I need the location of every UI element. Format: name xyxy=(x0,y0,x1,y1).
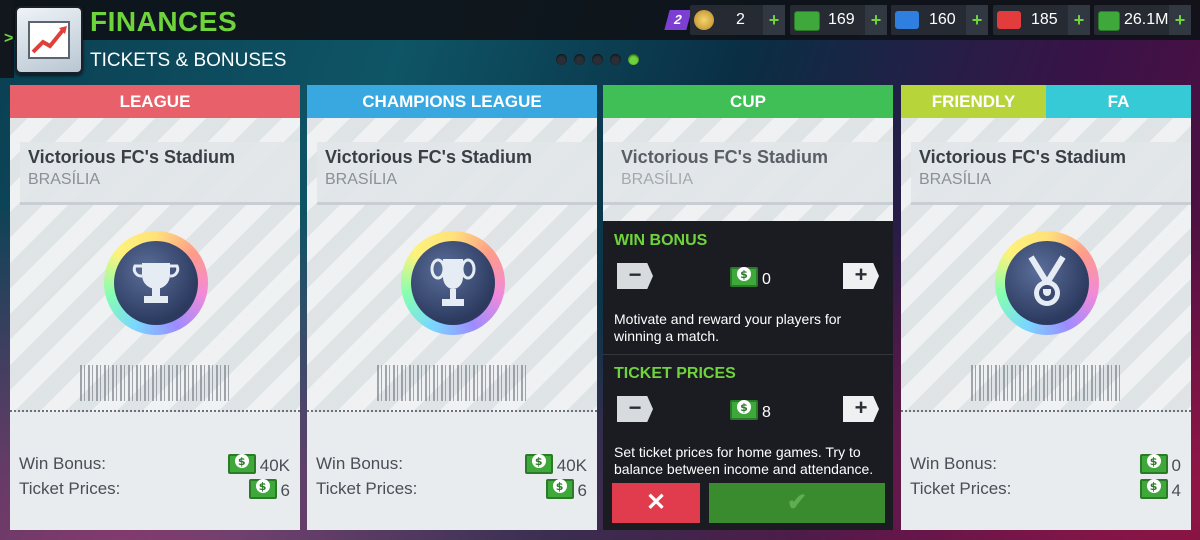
menu-tab[interactable]: > xyxy=(0,0,14,78)
cancel-button[interactable]: ✕ xyxy=(612,483,700,523)
resource-coins: 2 + xyxy=(690,5,785,35)
cash-value: 169 xyxy=(828,11,855,28)
coin-icon xyxy=(694,10,714,30)
resource-energy: 160 + xyxy=(891,5,988,35)
ticket-price-label: Ticket Prices: xyxy=(316,479,418,498)
win-bonus-label: Win Bonus: xyxy=(316,454,403,473)
add-cash-button[interactable]: + xyxy=(865,5,887,35)
confirm-button[interactable]: ✔ xyxy=(709,483,885,523)
money-icon xyxy=(524,454,553,474)
champions-league-card[interactable]: CHAMPIONS LEAGUE Victorious FC's Stadium… xyxy=(307,85,597,530)
money-icon xyxy=(227,454,256,474)
win-bonus-value: 40K xyxy=(524,454,587,476)
page-dot[interactable] xyxy=(592,54,603,65)
cash-icon xyxy=(794,11,820,31)
stadium-name: Victorious FC's Stadium xyxy=(621,147,828,167)
coins-value: 2 xyxy=(736,11,745,28)
win-bonus-description: Motivate and reward your players for win… xyxy=(614,311,842,344)
ticket-price-value: 6 xyxy=(248,479,290,501)
money-icon xyxy=(545,479,574,499)
cup-edit-panel: WIN BONUS − 0 + Motivate and reward your… xyxy=(603,221,893,530)
energy-value: 160 xyxy=(929,11,956,28)
page-dot-active[interactable] xyxy=(628,54,639,65)
divider xyxy=(603,354,893,355)
page-subtitle: TICKETS & BONUSES xyxy=(90,50,287,71)
ticket-price-value: 8 xyxy=(730,400,771,422)
medical-value: 185 xyxy=(1031,11,1058,28)
page-dot[interactable] xyxy=(556,54,567,65)
money-value: 26.1M xyxy=(1124,11,1169,28)
add-coins-button[interactable]: + xyxy=(763,5,785,35)
ticket-prices-description: Set ticket prices for home games. Try to… xyxy=(614,444,874,477)
money-icon xyxy=(1098,11,1120,31)
stadium-city: BRASÍLIA xyxy=(325,171,398,188)
win-bonus-increase-button[interactable]: + xyxy=(843,263,879,289)
add-energy-button[interactable]: + xyxy=(966,5,988,35)
add-money-button[interactable]: + xyxy=(1169,5,1191,35)
win-bonus-title: WIN BONUS xyxy=(614,232,708,249)
page-title: FINANCES xyxy=(90,6,238,37)
win-bonus-decrease-button[interactable]: − xyxy=(617,263,653,289)
barcode xyxy=(377,365,527,401)
card-header: LEAGUE xyxy=(10,85,300,118)
stadium-city: BRASÍLIA xyxy=(28,171,101,188)
win-bonus-label: Win Bonus: xyxy=(910,454,997,473)
stadium-name: Victorious FC's Stadium xyxy=(919,147,1126,167)
page-dot[interactable] xyxy=(610,54,621,65)
add-medical-button[interactable]: + xyxy=(1068,5,1090,35)
stadium-city: BRASÍLIA xyxy=(621,171,694,188)
money-icon xyxy=(248,479,277,499)
ticket-price-increase-button[interactable]: + xyxy=(843,396,879,422)
win-bonus-value: 0 xyxy=(730,267,771,289)
money-icon xyxy=(1139,454,1168,474)
card-stats: Win Bonus: 0 Ticket Prices: 4 xyxy=(901,412,1191,530)
ticket-price-label: Ticket Prices: xyxy=(19,479,121,498)
resource-cash: 169 + xyxy=(790,5,887,35)
stadium-name: Victorious FC's Stadium xyxy=(28,147,235,167)
stadium-info: Victorious FC's Stadium BRASÍLIA xyxy=(317,142,597,205)
card-header-friendly[interactable]: FRIENDLY xyxy=(901,85,1046,118)
chevron-right-icon: > xyxy=(4,30,14,47)
win-bonus-value: 0 xyxy=(1139,454,1181,476)
money-icon xyxy=(730,400,758,420)
barcode xyxy=(971,365,1121,401)
page-dot[interactable] xyxy=(574,54,585,65)
medical-icon xyxy=(997,11,1021,29)
league-card[interactable]: LEAGUE Victorious FC's Stadium BRASÍLIA … xyxy=(10,85,300,530)
stadium-name: Victorious FC's Stadium xyxy=(325,147,532,167)
win-bonus-label: Win Bonus: xyxy=(19,454,106,473)
money-icon xyxy=(730,267,758,287)
money-icon xyxy=(1139,479,1168,499)
medal-icon xyxy=(995,231,1099,335)
champions-cup-icon xyxy=(401,231,505,335)
ticket-price-value: 4 xyxy=(1139,479,1181,501)
resource-money: 26.1M + xyxy=(1094,5,1191,35)
friendly-card[interactable]: FRIENDLY FA Victorious FC's Stadium BRAS… xyxy=(901,85,1191,530)
finances-chart-icon xyxy=(15,6,83,74)
card-header: CUP xyxy=(603,85,893,118)
stadium-info: Victorious FC's Stadium BRASÍLIA xyxy=(603,142,893,205)
card-header-fa[interactable]: FA xyxy=(1046,85,1191,118)
card-header: CHAMPIONS LEAGUE xyxy=(307,85,597,118)
card-stats: Win Bonus: 40K Ticket Prices: 6 xyxy=(10,412,300,530)
stadium-info: Victorious FC's Stadium BRASÍLIA xyxy=(20,142,300,205)
ticket-prices-title: TICKET PRICES xyxy=(614,365,736,382)
trophy-icon xyxy=(104,231,208,335)
card-stats: Win Bonus: 40K Ticket Prices: 6 xyxy=(307,412,597,530)
resource-medical: 185 + xyxy=(993,5,1090,35)
win-bonus-value: 40K xyxy=(227,454,290,476)
stadium-city: BRASÍLIA xyxy=(919,171,992,188)
ticket-price-decrease-button[interactable]: − xyxy=(617,396,653,422)
ticket-price-label: Ticket Prices: xyxy=(910,479,1012,498)
page-indicator xyxy=(556,54,639,65)
stadium-info: Victorious FC's Stadium BRASÍLIA xyxy=(911,142,1191,205)
barcode xyxy=(80,365,230,401)
ticket-price-value: 6 xyxy=(545,479,587,501)
energy-icon xyxy=(895,11,919,29)
